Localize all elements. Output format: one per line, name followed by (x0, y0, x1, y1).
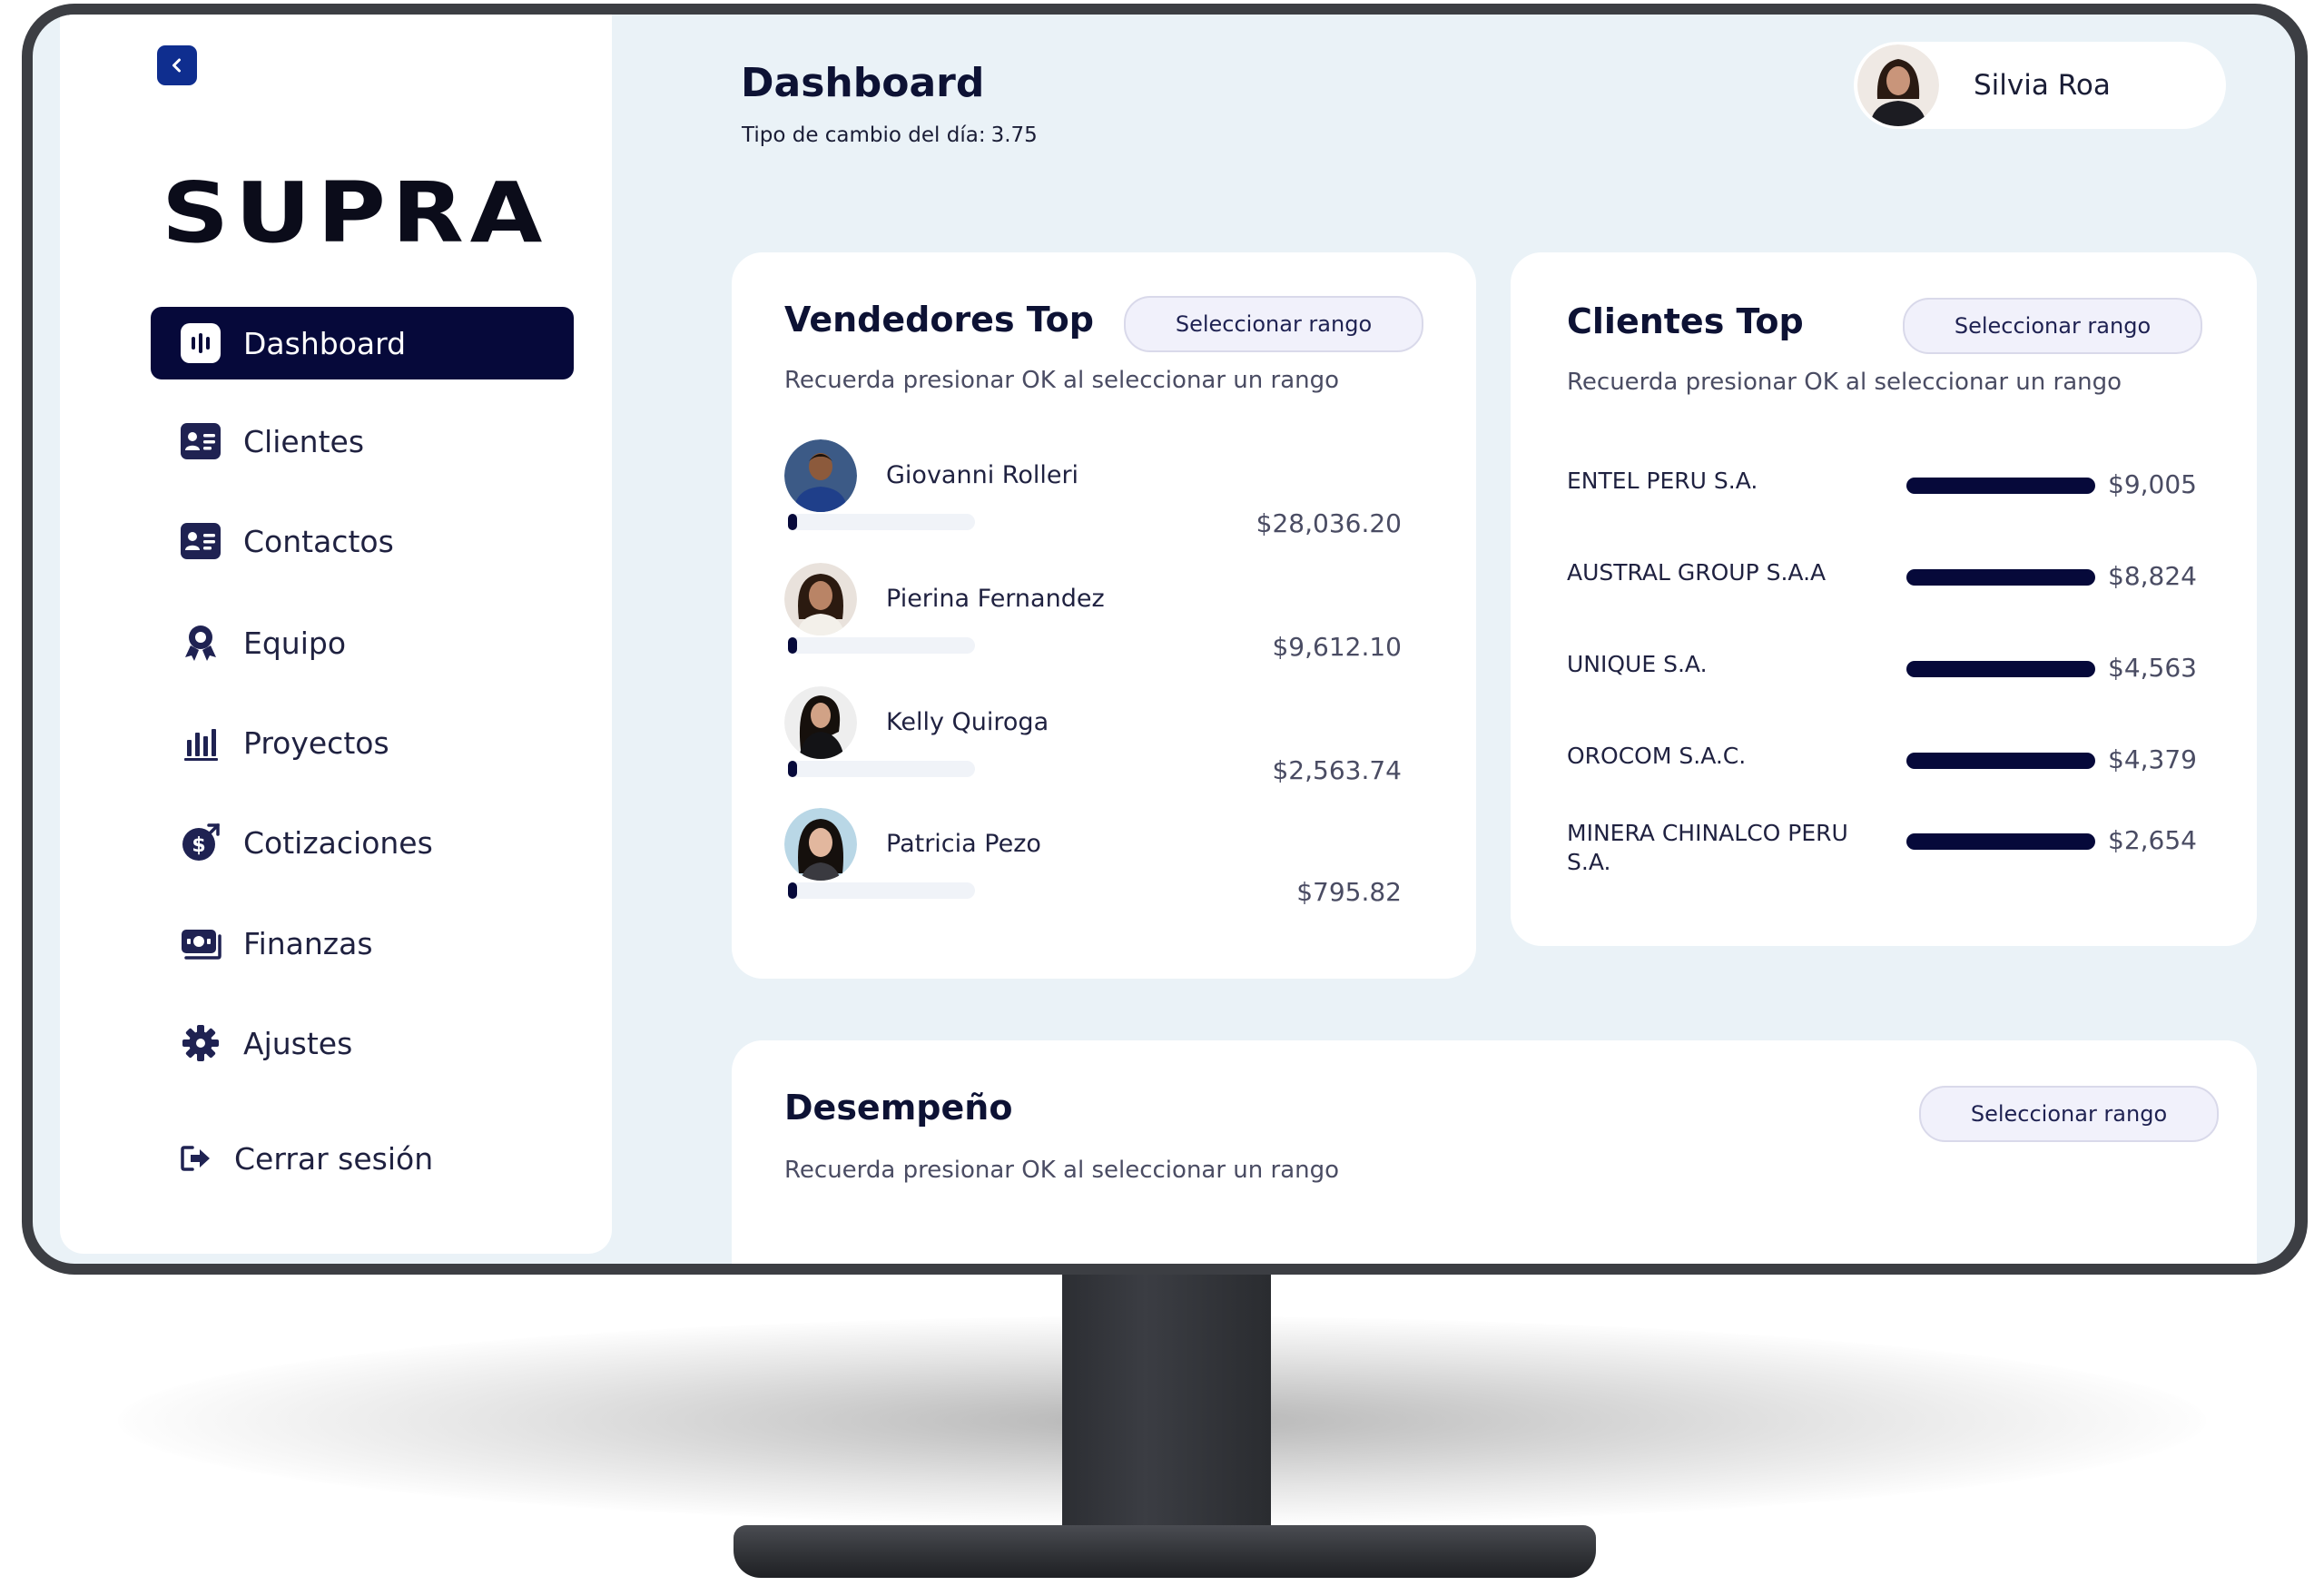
nav-item-finanzas[interactable]: Finanzas (151, 907, 574, 980)
client-name: MINERA CHINALCO PERU S.A. (1567, 820, 1848, 875)
sales-progress-bar (788, 882, 975, 899)
seller-sales-value: $9,612.10 (1272, 632, 1402, 662)
list-item[interactable]: MINERA CHINALCO PERU S.A. $2,654 (1567, 819, 2202, 875)
desempeno-card: Desempeño Seleccionar rango Recuerda pre… (732, 1040, 2257, 1264)
select-range-button[interactable]: Seleccionar rango (1124, 296, 1423, 352)
select-range-button[interactable]: Seleccionar rango (1919, 1086, 2219, 1142)
vendedores-top-card: Vendedores Top Seleccionar rango Recuerd… (732, 252, 1476, 979)
nav-item-ajustes[interactable]: Ajustes (151, 1007, 574, 1079)
chevron-left-icon (172, 58, 181, 73)
card-hint: Recuerda presionar OK al seleccionar un … (784, 1157, 1340, 1184)
card-title: Vendedores Top (784, 300, 1094, 340)
list-item[interactable]: OROCOM S.A.C. $4,379 (1567, 742, 2202, 796)
nav-item-label: Equipo (243, 625, 347, 661)
sales-progress-fill (788, 514, 798, 530)
nav-item-label: Ajustes (243, 1025, 353, 1061)
list-item[interactable]: Pierina Fernandez $9,612.10 (784, 563, 1402, 681)
list-item[interactable]: Kelly Quiroga $2,563.74 (784, 686, 1402, 804)
page-title: Dashboard (741, 60, 985, 106)
seller-name: Patricia Pezo (886, 830, 1041, 858)
monitor-stand-neck (1062, 1266, 1271, 1548)
client-name: AUSTRAL GROUP S.A.A (1567, 559, 1827, 586)
client-value-bar (1906, 478, 2095, 494)
client-value: $9,005 (2108, 469, 2197, 499)
client-value: $2,654 (2108, 825, 2197, 855)
client-value: $4,563 (2108, 653, 2197, 683)
client-name: ENTEL PERU S.A. (1567, 468, 1758, 494)
cash-icon (178, 921, 223, 966)
nav-item-equipo[interactable]: Equipo (151, 606, 574, 679)
card-title: Clientes Top (1567, 301, 1804, 341)
nav-item-label: Proyectos (243, 724, 389, 761)
logout-icon (178, 1140, 214, 1177)
brand-logo: SUPRA (162, 164, 549, 261)
seller-sales-value: $795.82 (1296, 877, 1402, 907)
sidebar: SUPRA Dashboard Clientes Contactos Equip (60, 15, 612, 1254)
nav-item-proyectos[interactable]: Proyectos (151, 706, 574, 779)
clientes-top-card: Clientes Top Seleccionar rango Recuerda … (1511, 252, 2257, 946)
list-item[interactable]: UNIQUE S.A. $4,563 (1567, 650, 2202, 704)
nav-item-cotizaciones[interactable]: $ Cotizaciones (151, 806, 574, 879)
list-item[interactable]: AUSTRAL GROUP S.A.A $8,824 (1567, 558, 2202, 613)
seller-sales-value: $2,563.74 (1272, 755, 1402, 785)
nav-item-label: Dashboard (243, 325, 407, 361)
nav-item-label: Contactos (243, 523, 394, 559)
logout-label: Cerrar sesión (234, 1140, 434, 1177)
contact-card-icon (178, 518, 223, 564)
client-value-bar (1906, 833, 2095, 850)
client-name: UNIQUE S.A. (1567, 651, 1708, 677)
money-icon: $ (178, 820, 223, 865)
avatar (784, 439, 857, 512)
avatar (784, 808, 857, 881)
nav-item-contactos[interactable]: Contactos (151, 505, 574, 577)
dashboard-icon (178, 320, 223, 366)
seller-name: Giovanni Rolleri (886, 461, 1079, 489)
sales-progress-bar (788, 761, 975, 777)
svg-text:$: $ (192, 834, 205, 857)
gear-icon (178, 1020, 223, 1066)
collapse-sidebar-button[interactable] (157, 45, 197, 85)
avatar (784, 563, 857, 635)
seller-name: Kelly Quiroga (886, 708, 1049, 736)
sales-progress-fill (788, 637, 798, 654)
contact-card-icon (178, 419, 223, 464)
client-value: $8,824 (2108, 561, 2197, 591)
client-value-bar (1906, 569, 2095, 586)
avatar (1857, 44, 1939, 126)
nav-item-label: Clientes (243, 423, 365, 459)
seller-sales-value: $28,036.20 (1256, 508, 1402, 538)
nav-item-label: Cotizaciones (243, 824, 433, 861)
nav-item-dashboard[interactable]: Dashboard (151, 307, 574, 379)
client-value-bar (1906, 753, 2095, 769)
list-item[interactable]: Giovanni Rolleri $28,036.20 (784, 439, 1402, 557)
list-item[interactable]: ENTEL PERU S.A. $9,005 (1567, 467, 2202, 521)
client-value: $4,379 (2108, 744, 2197, 774)
select-range-button[interactable]: Seleccionar rango (1903, 298, 2202, 354)
client-name: OROCOM S.A.C. (1567, 743, 1747, 769)
logout-button[interactable]: Cerrar sesión (178, 1140, 433, 1177)
card-hint: Recuerda presionar OK al seleccionar un … (784, 367, 1340, 394)
seller-name: Pierina Fernandez (886, 585, 1105, 613)
user-name: Silvia Roa (1974, 69, 2111, 102)
exchange-rate: Tipo de cambio del día: 3.75 (742, 123, 1038, 147)
list-item[interactable]: Patricia Pezo $795.82 (784, 808, 1402, 926)
sales-progress-bar (788, 514, 975, 530)
nav-item-clientes[interactable]: Clientes (151, 405, 574, 478)
avatar (784, 686, 857, 759)
monitor-stand-base (734, 1525, 1596, 1578)
card-hint: Recuerda presionar OK al seleccionar un … (1567, 369, 2122, 396)
app-screen: SUPRA Dashboard Clientes Contactos Equip (33, 15, 2295, 1264)
sales-progress-fill (788, 882, 798, 899)
nav-item-label: Finanzas (243, 925, 373, 961)
user-profile-chip[interactable]: Silvia Roa (1854, 42, 2226, 129)
sales-progress-fill (788, 761, 798, 777)
card-title: Desempeño (784, 1088, 1013, 1128)
award-icon (178, 620, 223, 665)
exchange-rate-label: Tipo de cambio del día: (742, 123, 986, 147)
bar-chart-icon (178, 720, 223, 765)
client-value-bar (1906, 661, 2095, 677)
sales-progress-bar (788, 637, 975, 654)
exchange-rate-value: 3.75 (990, 123, 1038, 147)
